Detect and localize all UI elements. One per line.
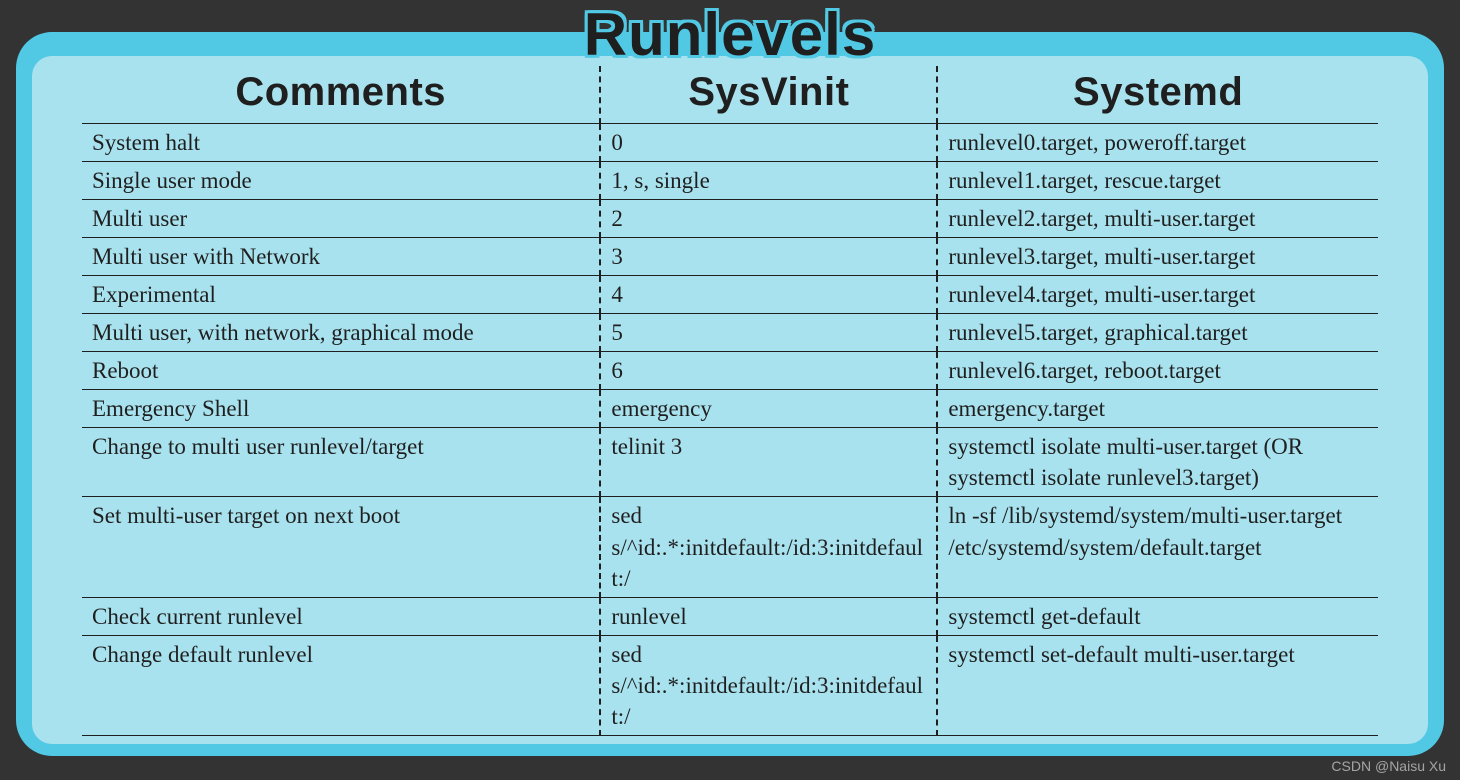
cell-sysvinit: 4 [600,276,937,314]
page-title: Runlevels [0,0,1460,69]
table-row: Multi user, with network, graphical mode… [82,314,1378,352]
cell-systemd: systemctl isolate multi-user.target (OR … [937,428,1378,497]
cell-systemd: runlevel4.target, multi-user.target [937,276,1378,314]
cell-systemd: systemctl set-default multi-user.target [937,635,1378,735]
cell-sysvinit: telinit 3 [600,428,937,497]
cell-systemd: runlevel6.target, reboot.target [937,352,1378,390]
cell-systemd: runlevel3.target, multi-user.target [937,238,1378,276]
table-row: Single user mode1, s, singlerunlevel1.ta… [82,162,1378,200]
table-row: Change default runlevelsed s/^id:.*:init… [82,635,1378,735]
header-comments: Comments [82,66,600,124]
cell-systemd: runlevel2.target, multi-user.target [937,200,1378,238]
cell-comments: Change default runlevel [82,635,600,735]
header-sysvinit: SysVinit [600,66,937,124]
table-body: System halt0runlevel0.target, poweroff.t… [82,124,1378,736]
cell-sysvinit: 5 [600,314,937,352]
cell-sysvinit: 2 [600,200,937,238]
cell-comments: Multi user with Network [82,238,600,276]
cell-systemd: runlevel0.target, poweroff.target [937,124,1378,162]
cell-systemd: ln -sf /lib/systemd/system/multi-user.ta… [937,497,1378,597]
table-row: System halt0runlevel0.target, poweroff.t… [82,124,1378,162]
cell-comments: Set multi-user target on next boot [82,497,600,597]
cell-systemd: runlevel1.target, rescue.target [937,162,1378,200]
cell-comments: Check current runlevel [82,597,600,635]
cell-sysvinit: sed s/^id:.*:initdefault:/id:3:initdefau… [600,497,937,597]
cell-comments: Reboot [82,352,600,390]
table-row: Set multi-user target on next bootsed s/… [82,497,1378,597]
cell-systemd: runlevel5.target, graphical.target [937,314,1378,352]
table-header-row: Comments SysVinit Systemd [82,66,1378,124]
cell-systemd: systemctl get-default [937,597,1378,635]
cell-comments: System halt [82,124,600,162]
table-row: Change to multi user runlevel/targetteli… [82,428,1378,497]
cell-comments: Multi user, with network, graphical mode [82,314,600,352]
cell-comments: Change to multi user runlevel/target [82,428,600,497]
header-systemd: Systemd [937,66,1378,124]
cell-comments: Single user mode [82,162,600,200]
cell-sysvinit: sed s/^id:.*:initdefault:/id:3:initdefau… [600,635,937,735]
cell-comments: Emergency Shell [82,390,600,428]
table-row: Multi user2runlevel2.target, multi-user.… [82,200,1378,238]
cell-sysvinit: 0 [600,124,937,162]
inner-card: Comments SysVinit Systemd System halt0ru… [32,56,1428,744]
cell-sysvinit: 1, s, single [600,162,937,200]
cell-comments: Experimental [82,276,600,314]
table-row: Emergency Shellemergencyemergency.target [82,390,1378,428]
table-row: Check current runlevelrunlevelsystemctl … [82,597,1378,635]
cell-comments: Multi user [82,200,600,238]
cell-sysvinit: runlevel [600,597,937,635]
table-row: Multi user with Network3runlevel3.target… [82,238,1378,276]
table-row: Reboot6runlevel6.target, reboot.target [82,352,1378,390]
cell-sysvinit: 6 [600,352,937,390]
runlevels-table: Comments SysVinit Systemd System halt0ru… [82,66,1378,736]
cell-sysvinit: emergency [600,390,937,428]
cell-sysvinit: 3 [600,238,937,276]
table-row: Experimental4runlevel4.target, multi-use… [82,276,1378,314]
cell-systemd: emergency.target [937,390,1378,428]
watermark: CSDN @Naisu Xu [1331,758,1446,774]
